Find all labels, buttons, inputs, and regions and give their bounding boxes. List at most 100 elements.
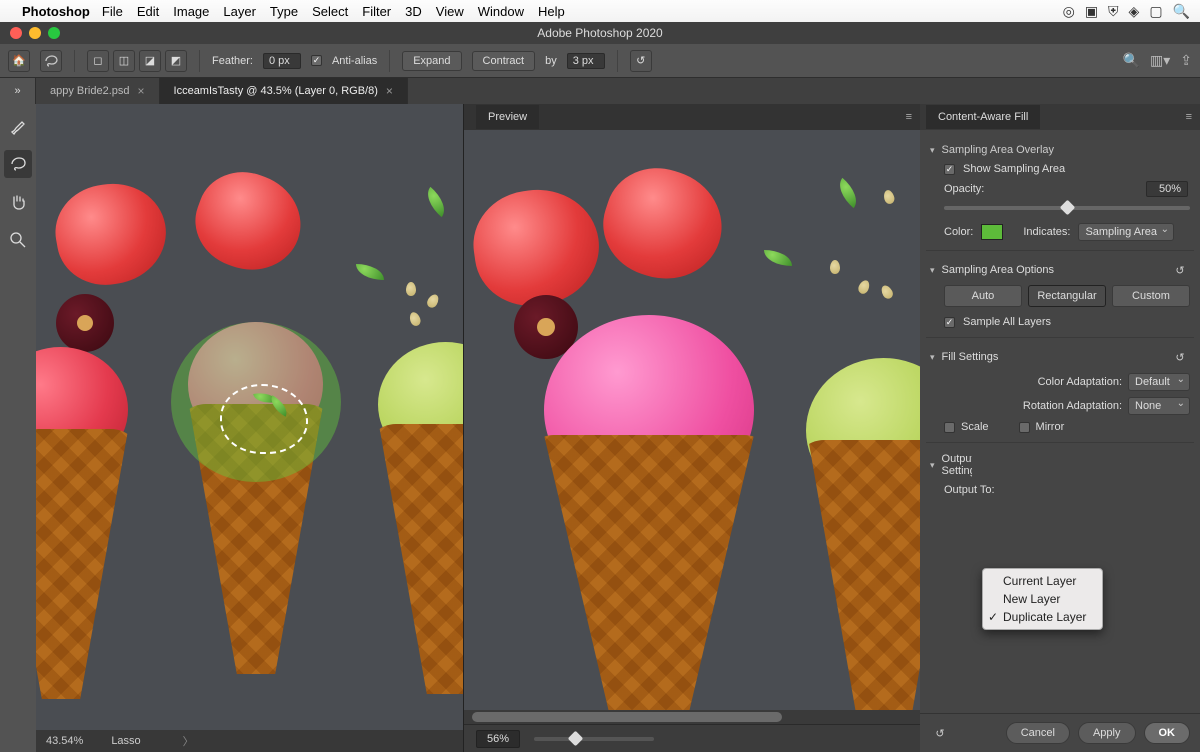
expand-button[interactable]: Expand [402, 51, 461, 71]
preview-zoom-slider[interactable] [534, 737, 654, 741]
home-icon[interactable]: 🏠 [8, 50, 30, 72]
output-to-popup: Current Layer New Layer Duplicate Layer [982, 568, 1103, 630]
caf-header: Content-Aware Fill ≡ [920, 104, 1200, 130]
share-icon[interactable]: ⇪ [1180, 52, 1192, 69]
tab-close-icon[interactable]: × [386, 84, 393, 98]
sample-all-checkbox[interactable] [944, 317, 955, 328]
scale-checkbox[interactable] [944, 422, 955, 433]
color-adapt-label: Color Adaptation: [1038, 376, 1122, 388]
reset-icon[interactable]: ↺ [630, 50, 652, 72]
opacity-input[interactable]: 50% [1146, 181, 1188, 197]
lasso-tool-icon[interactable] [4, 150, 32, 178]
menu-type[interactable]: Type [270, 4, 298, 19]
hand-tool-icon[interactable] [4, 188, 32, 216]
intersect-selection-icon[interactable]: ◩ [165, 50, 187, 72]
mac-menubar: Photoshop File Edit Image Layer Type Sel… [0, 0, 1200, 22]
window-icon[interactable]: ▢ [1149, 3, 1162, 20]
menu-image[interactable]: Image [173, 4, 209, 19]
section-sampling-overlay[interactable]: ▾ Sampling Area Overlay [930, 140, 1190, 160]
menu-view[interactable]: View [436, 4, 464, 19]
antialias-label: Anti-alias [332, 55, 377, 67]
overlay-color-swatch[interactable] [981, 224, 1003, 240]
caf-title: Content-Aware Fill [926, 105, 1040, 129]
bridge-icon[interactable]: ▣ [1085, 3, 1098, 20]
document-tab-active[interactable]: IcceamIsTasty @ 43.5% (Layer 0, RGB/8) × [160, 78, 408, 104]
cancel-button[interactable]: Cancel [1006, 722, 1070, 744]
tabs-overflow-icon[interactable]: » [0, 78, 36, 104]
reset-fill-icon[interactable]: ↺ [1170, 348, 1190, 366]
window-close-button[interactable] [10, 27, 22, 39]
reset-all-icon[interactable]: ↺ [930, 724, 950, 742]
popup-item-current-layer[interactable]: Current Layer [983, 572, 1102, 590]
mode-custom-button[interactable]: Custom [1112, 285, 1190, 307]
search-icon[interactable]: 🔍 [1123, 52, 1140, 69]
shield-icon[interactable]: ⛨ [1108, 3, 1119, 20]
arrange-icon[interactable]: ▥▾ [1150, 52, 1170, 69]
opacity-slider[interactable] [944, 206, 1190, 210]
window-titlebar: Adobe Photoshop 2020 [0, 22, 1200, 44]
preview-header: Preview ≡ [464, 104, 920, 130]
menu-window[interactable]: Window [478, 4, 524, 19]
document-tab-inactive[interactable]: appy Bride2.psd × [36, 78, 160, 104]
cc-icon[interactable]: ◎ [1063, 3, 1075, 20]
preview-h-scrollbar[interactable] [464, 710, 920, 724]
show-sampling-label: Show Sampling Area [963, 163, 1065, 175]
feather-input[interactable]: 0 px [263, 53, 301, 69]
add-selection-icon[interactable]: ◫ [113, 50, 135, 72]
panel-menu-icon[interactable]: ≡ [1186, 111, 1192, 123]
antialias-checkbox[interactable] [311, 55, 322, 66]
canvas-area: 43.54% Lasso 〉 Preview ≡ [36, 104, 1200, 752]
traffic-lights [10, 27, 60, 39]
diamond-icon[interactable]: ◈ [1129, 3, 1140, 20]
tab-close-icon[interactable]: × [138, 84, 145, 98]
menu-3d[interactable]: 3D [405, 4, 422, 19]
zoom-readout[interactable]: 43.54% [46, 735, 83, 747]
mode-rect-button[interactable]: Rectangular [1028, 285, 1106, 307]
zoom-tool-icon[interactable] [4, 226, 32, 254]
source-canvas[interactable] [36, 104, 463, 730]
app-name[interactable]: Photoshop [22, 4, 90, 19]
menu-file[interactable]: File [102, 4, 123, 19]
reset-sampling-icon[interactable]: ↺ [1170, 261, 1190, 279]
tool-lasso-icon[interactable] [40, 50, 62, 72]
mode-auto-button[interactable]: Auto [944, 285, 1022, 307]
section-fill-settings[interactable]: ▾ Fill Settings ↺ [930, 344, 1190, 370]
ok-button[interactable]: OK [1144, 722, 1191, 744]
section-sampling-options[interactable]: ▾ Sampling Area Options ↺ [930, 257, 1190, 283]
color-adapt-dropdown[interactable]: Default [1128, 373, 1190, 391]
feather-label: Feather: [212, 55, 253, 67]
contract-button[interactable]: Contract [472, 51, 536, 71]
caf-footer: ↺ Cancel Apply OK [920, 713, 1200, 752]
new-selection-icon[interactable]: ◻ [87, 50, 109, 72]
menu-filter[interactable]: Filter [362, 4, 391, 19]
subtract-selection-icon[interactable]: ◪ [139, 50, 161, 72]
show-sampling-checkbox[interactable] [944, 164, 955, 175]
status-arrow-icon[interactable]: 〉 [183, 733, 194, 749]
mirror-checkbox[interactable] [1019, 422, 1030, 433]
search-icon[interactable]: 🔍 [1173, 3, 1190, 20]
chevron-down-icon: ▾ [930, 145, 935, 156]
menu-help[interactable]: Help [538, 4, 565, 19]
scale-label: Scale [961, 421, 989, 433]
options-bar: 🏠 ◻ ◫ ◪ ◩ Feather: 0 px Anti-alias Expan… [0, 44, 1200, 78]
preview-zoom-bar: 56% [464, 724, 920, 752]
menu-edit[interactable]: Edit [137, 4, 159, 19]
window-minimize-button[interactable] [29, 27, 41, 39]
tab-label: appy Bride2.psd [50, 85, 130, 97]
panel-menu-icon[interactable]: ≡ [906, 111, 912, 123]
section-output-settings[interactable]: ▾ Output Settings [930, 449, 1190, 481]
brush-tool-icon[interactable] [4, 112, 32, 140]
apply-button[interactable]: Apply [1078, 722, 1136, 744]
by-input[interactable]: 3 px [567, 53, 605, 69]
indicates-dropdown[interactable]: Sampling Area [1078, 223, 1174, 241]
preview-canvas[interactable] [464, 130, 920, 710]
menu-select[interactable]: Select [312, 4, 348, 19]
menu-layer[interactable]: Layer [223, 4, 256, 19]
by-label: by [545, 55, 557, 67]
popup-item-duplicate-layer[interactable]: Duplicate Layer [983, 608, 1102, 626]
window-title: Adobe Photoshop 2020 [537, 26, 662, 40]
popup-item-new-layer[interactable]: New Layer [983, 590, 1102, 608]
window-zoom-button[interactable] [48, 27, 60, 39]
rot-adapt-dropdown[interactable]: None [1128, 397, 1190, 415]
preview-zoom-input[interactable]: 56% [476, 730, 520, 748]
